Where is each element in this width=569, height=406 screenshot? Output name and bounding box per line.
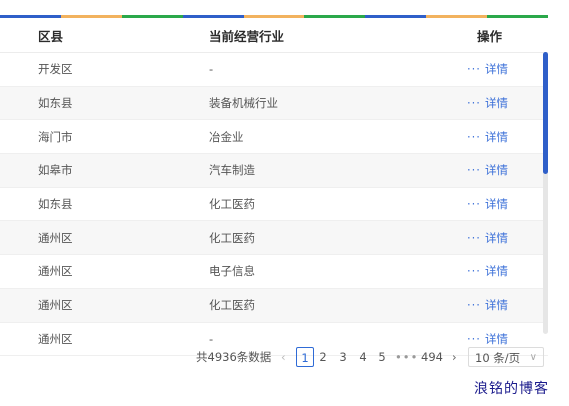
more-actions-icon[interactable]: ··· — [467, 231, 481, 245]
pagination-ellipsis[interactable]: ••• — [395, 347, 418, 367]
header-industry: 当前经营行业 — [209, 28, 285, 44]
more-actions-icon[interactable]: ··· — [467, 332, 481, 346]
cell-industry: 化工医药 — [209, 197, 255, 212]
detail-link[interactable]: 详情 — [485, 196, 508, 212]
more-actions-icon[interactable]: ··· — [467, 264, 481, 278]
detail-link[interactable]: 详情 — [485, 129, 508, 145]
cell-industry: - — [209, 62, 214, 77]
page-button-2[interactable]: 2 — [314, 347, 332, 367]
pagination: 共4936条数据 ‹ 1 2 3 4 5 ••• 494 › 10 条/页 ∨ — [0, 347, 569, 367]
cell-industry: 冶金业 — [209, 129, 244, 144]
detail-link[interactable]: 详情 — [485, 230, 508, 246]
more-actions-icon[interactable]: ··· — [467, 197, 481, 211]
table-row: 如皋市 汽车制造 ··· 详情 — [0, 154, 548, 188]
cell-industry: 化工医药 — [209, 298, 255, 313]
table-row: 通州区 化工医药 ··· 详情 — [0, 288, 548, 323]
page-button-last[interactable]: 494 — [420, 347, 444, 367]
table-row: 如东县 化工医药 ··· 详情 — [0, 188, 548, 222]
cell-district: 通州区 — [38, 264, 73, 279]
detail-link[interactable]: 详情 — [485, 61, 508, 77]
page-button-1[interactable]: 1 — [296, 347, 314, 367]
chevron-down-icon: ∨ — [529, 352, 537, 363]
table-header: 区县 当前经营行业 操作 — [0, 18, 548, 53]
table-row: 通州区 化工医药 ··· 详情 — [0, 221, 548, 256]
table-row: 海门市 冶金业 ··· 详情 — [0, 120, 548, 155]
table-row: 通州区 电子信息 ··· 详情 — [0, 255, 548, 289]
page-button-5[interactable]: 5 — [373, 347, 391, 367]
table-row: 如东县 装备机械行业 ··· 详情 — [0, 86, 548, 121]
pagination-total: 共4936条数据 — [196, 350, 272, 364]
detail-link[interactable]: 详情 — [485, 297, 508, 313]
cell-industry: - — [209, 331, 214, 346]
cell-district: 通州区 — [38, 298, 73, 313]
cell-district: 海门市 — [38, 129, 73, 144]
table-scrollbar[interactable] — [543, 52, 548, 334]
table-row: 开发区 - ··· 详情 — [0, 53, 548, 87]
detail-link[interactable]: 详情 — [485, 263, 508, 279]
scrollbar-thumb[interactable] — [543, 52, 548, 174]
cell-district: 开发区 — [38, 62, 73, 77]
cell-industry: 汽车制造 — [209, 163, 255, 178]
cell-district: 如皋市 — [38, 163, 73, 178]
more-actions-icon[interactable]: ··· — [467, 130, 481, 144]
more-actions-icon[interactable]: ··· — [467, 163, 481, 177]
table-body: 开发区 - ··· 详情 如东县 装备机械行业 ··· 详情 海门市 冶金业 ··· 详情 如皋市 汽车制… — [0, 53, 548, 357]
page-button-3[interactable]: 3 — [334, 347, 352, 367]
cell-industry: 化工医药 — [209, 230, 255, 245]
more-actions-icon[interactable]: ··· — [467, 96, 481, 110]
detail-link[interactable]: 详情 — [485, 95, 508, 111]
more-actions-icon[interactable]: ··· — [467, 62, 481, 76]
cell-district: 通州区 — [38, 331, 73, 346]
cell-district: 通州区 — [38, 230, 73, 245]
cell-district: 如东县 — [38, 197, 73, 212]
prev-page-icon[interactable]: ‹ — [281, 347, 286, 367]
page-button-4[interactable]: 4 — [354, 347, 372, 367]
page-size-select[interactable]: 10 条/页 ∨ — [468, 347, 544, 367]
next-page-icon[interactable]: › — [452, 347, 457, 367]
detail-link[interactable]: 详情 — [485, 162, 508, 178]
watermark: 浪铭的博客 — [474, 381, 549, 397]
data-table: 区县 当前经营行业 操作 开发区 - ··· 详情 如东县 装备机械行业 ··· 详情 海门市冶… — [0, 18, 548, 357]
header-district: 区县 — [38, 28, 64, 44]
page-size-value: 10 条/页 — [475, 351, 521, 365]
more-actions-icon[interactable]: ··· — [467, 298, 481, 312]
header-action: 操作 — [477, 28, 503, 44]
cell-industry: 电子信息 — [209, 264, 255, 279]
cell-district: 如东县 — [38, 96, 73, 111]
cell-industry: 装备机械行业 — [209, 96, 278, 111]
detail-link[interactable]: 详情 — [485, 331, 508, 347]
